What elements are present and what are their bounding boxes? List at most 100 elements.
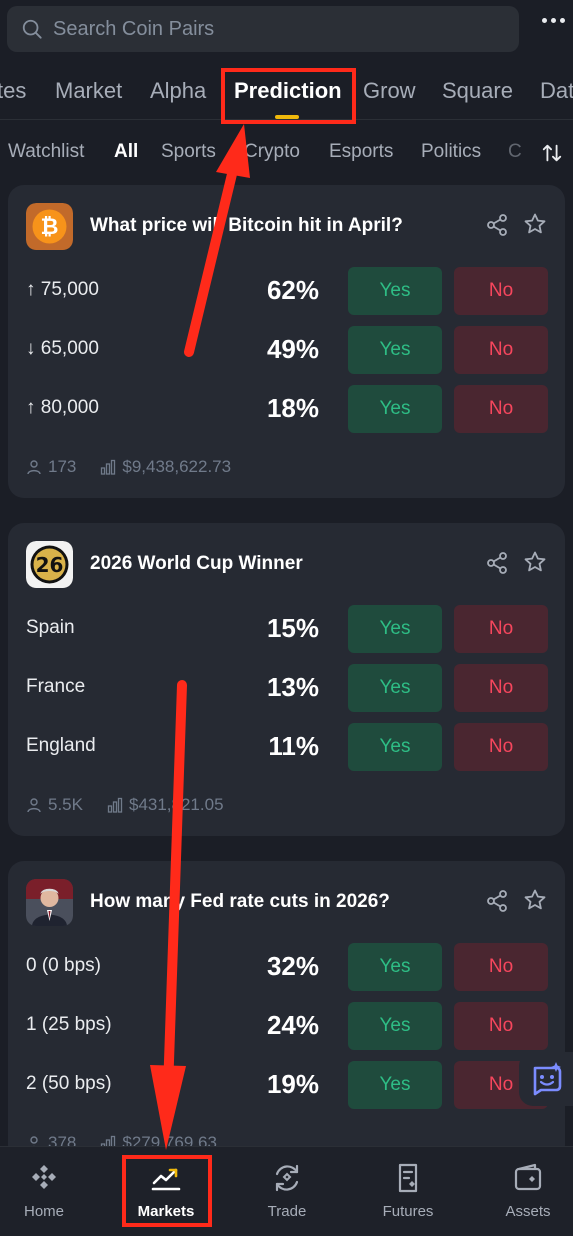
outcome-row: 1 (25 bps) 24% Yes No: [8, 1002, 565, 1050]
outcome-label: 0 (0 bps): [26, 955, 101, 976]
trade-icon: [275, 1164, 299, 1192]
filter-all[interactable]: All: [114, 141, 138, 163]
filter-row: Watchlist All Sports Crypto Esports Poli…: [0, 138, 573, 170]
tab-grow[interactable]: Grow: [363, 78, 416, 104]
no-button[interactable]: No: [454, 943, 548, 991]
outcome-label: 1 (25 bps): [26, 1014, 112, 1035]
nav-markets[interactable]: Markets: [116, 1161, 216, 1220]
tab-square[interactable]: Square: [442, 78, 513, 104]
user-icon: [27, 798, 41, 813]
filter-more[interactable]: C: [508, 141, 522, 163]
outcome-label: ↑ 75,000: [26, 279, 99, 300]
assistant-button[interactable]: [519, 1052, 573, 1106]
tab-prediction[interactable]: Prediction: [234, 78, 342, 104]
outcome-label: England: [26, 735, 96, 756]
fed-chair-portrait: [26, 879, 73, 926]
svg-text:26: 26: [36, 553, 64, 577]
tab-market[interactable]: Market: [55, 78, 122, 104]
no-button[interactable]: No: [454, 267, 548, 315]
volume-amount: $431,821.05: [128, 795, 224, 814]
outcome-probability: 19%: [266, 1069, 319, 1099]
yes-button[interactable]: Yes: [348, 605, 442, 653]
outcome-row: ↑ 80,000 18% Yes No: [8, 385, 565, 433]
search-icon: [22, 19, 42, 39]
no-button[interactable]: No: [454, 723, 548, 771]
yes-button[interactable]: Yes: [348, 1002, 442, 1050]
nav-futures[interactable]: Futures: [358, 1161, 458, 1220]
yes-button[interactable]: Yes: [348, 385, 442, 433]
share-icon[interactable]: [485, 889, 509, 913]
share-icon[interactable]: [485, 213, 509, 237]
outcome-probability: 11%: [268, 731, 319, 761]
yes-button[interactable]: Yes: [348, 943, 442, 991]
filter-esports[interactable]: Esports: [329, 141, 393, 163]
outcome-row: ↑ 75,000 62% Yes No: [8, 267, 565, 315]
no-button[interactable]: No: [454, 1002, 548, 1050]
share-icon[interactable]: [485, 551, 509, 575]
star-icon[interactable]: [523, 550, 547, 574]
category-tabs: tes Market Alpha Prediction Grow Square …: [0, 66, 573, 120]
no-button[interactable]: No: [454, 326, 548, 374]
star-icon[interactable]: [523, 212, 547, 236]
outcome-probability: 32%: [266, 951, 319, 981]
filter-crypto[interactable]: Crypto: [244, 141, 300, 163]
outcome-label: France: [26, 676, 86, 697]
yes-button[interactable]: Yes: [348, 723, 442, 771]
nav-trade[interactable]: Trade: [237, 1161, 337, 1220]
outcome-label: Spain: [26, 617, 75, 638]
assets-icon: [514, 1163, 542, 1191]
outcome-label: 2 (50 bps): [26, 1073, 112, 1094]
nav-label: Trade: [267, 1203, 307, 1220]
outcome-probability: 18%: [266, 393, 319, 423]
yes-button[interactable]: Yes: [348, 326, 442, 374]
volume-icon: [101, 459, 116, 475]
filter-watchlist[interactable]: Watchlist: [8, 141, 84, 163]
futures-icon: [398, 1163, 418, 1193]
market-card-bitcoin[interactable]: ₿ What price will Bitcoin hit in April? …: [8, 185, 565, 498]
market-card-world-cup[interactable]: 26 2026 World Cup Winner Spain 15% Yes N…: [8, 523, 565, 836]
tab-tes[interactable]: tes: [0, 78, 26, 104]
no-button[interactable]: No: [454, 385, 548, 433]
nav-home[interactable]: Home: [0, 1161, 94, 1220]
outcome-row: ↓ 65,000 49% Yes No: [8, 326, 565, 374]
volume-amount: $9,438,622.73: [122, 457, 232, 476]
yes-button[interactable]: Yes: [348, 267, 442, 315]
outcome-row: 2 (50 bps) 19% Yes No: [8, 1061, 565, 1109]
outcome-probability: 24%: [266, 1010, 319, 1040]
sort-icon[interactable]: [541, 142, 563, 164]
market-title: How many Fed rate cuts in 2026?: [90, 891, 390, 912]
user-icon: [27, 460, 41, 475]
nav-assets[interactable]: Assets: [478, 1161, 573, 1220]
market-stats: 173 $9,438,622.73: [26, 457, 231, 477]
yes-button[interactable]: Yes: [348, 1061, 442, 1109]
world-cup-26-icon: 26: [26, 541, 73, 588]
app-screen: Search Coin Pairs tes Market Alpha Predi…: [0, 0, 573, 1236]
nav-label: Markets: [137, 1203, 195, 1220]
search-placeholder: Search Coin Pairs: [53, 17, 215, 40]
outcome-row: Spain 15% Yes No: [8, 605, 565, 653]
no-button[interactable]: No: [454, 664, 548, 712]
home-icon: [32, 1165, 56, 1189]
volume-icon: [107, 797, 123, 813]
outcome-probability: 15%: [266, 613, 319, 643]
market-title: 2026 World Cup Winner: [90, 553, 303, 574]
nav-label: Assets: [505, 1203, 551, 1220]
yes-button[interactable]: Yes: [348, 664, 442, 712]
traders-count: 5.5K: [48, 795, 83, 814]
outcome-label: ↓ 65,000: [26, 338, 99, 359]
outcome-probability: 62%: [266, 275, 319, 305]
market-card-fed-rate-cuts[interactable]: How many Fed rate cuts in 2026? 0 (0 bps…: [8, 861, 565, 1161]
svg-text:₿: ₿: [41, 215, 59, 240]
search-bar[interactable]: Search Coin Pairs: [7, 6, 519, 52]
outcome-row: 0 (0 bps) 32% Yes No: [8, 943, 565, 991]
more-options-icon[interactable]: [542, 18, 565, 23]
tab-alpha[interactable]: Alpha: [150, 78, 206, 104]
outcome-label: ↑ 80,000: [26, 397, 99, 418]
bottom-navigation: Home Markets Trade Futures Assets: [0, 1146, 573, 1236]
market-title: What price will Bitcoin hit in April?: [90, 215, 403, 236]
tab-data[interactable]: Dat: [540, 78, 573, 104]
star-icon[interactable]: [523, 888, 547, 912]
filter-politics[interactable]: Politics: [421, 141, 481, 163]
filter-sports[interactable]: Sports: [161, 141, 216, 163]
no-button[interactable]: No: [454, 605, 548, 653]
